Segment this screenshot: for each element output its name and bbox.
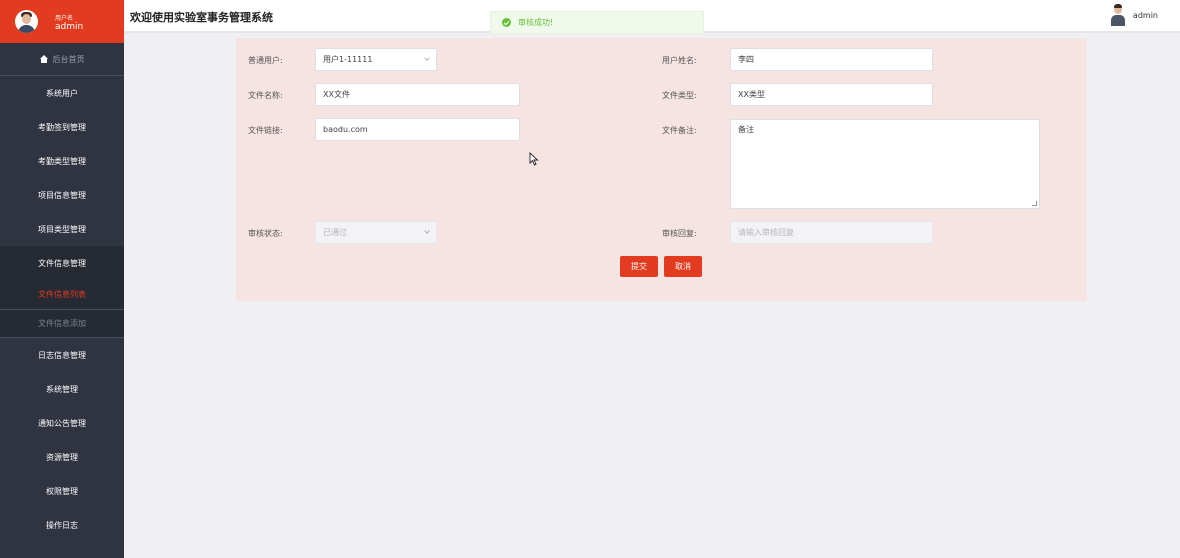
sidebar-item-label: 权限管理 (46, 486, 78, 496)
resize-handle-icon[interactable] (1032, 201, 1037, 206)
submenu-item-label: 文件信息列表 (38, 290, 86, 299)
cancel-button[interactable]: 取消 (664, 256, 702, 277)
sidebar-item-label: 考勤签到管理 (38, 122, 86, 132)
sidebar-item-system-manage[interactable]: 系统管理 (0, 372, 124, 406)
sidebar-item-label: 通知公告管理 (38, 418, 86, 428)
user-role-label: 用户名 (55, 15, 74, 22)
status-select: 已通过 (315, 221, 437, 244)
chevron-down-icon (424, 55, 430, 61)
remark-value: 备注 (738, 125, 754, 134)
sidebar-item-label: 文件信息管理 (38, 258, 86, 268)
filelink-value: baodu.com (323, 125, 368, 134)
status-label: 审核状态: (248, 229, 283, 238)
sidebar-item-label: 系统用户 (46, 88, 78, 98)
success-check-icon (502, 18, 511, 27)
sidebar-item-notice[interactable]: 通知公告管理 (0, 406, 124, 440)
sidebar-item-label: 资源管理 (46, 452, 78, 462)
realname-field[interactable]: 李四 (730, 48, 933, 71)
filelink-field[interactable]: baodu.com (315, 118, 520, 141)
sidebar-item-project-type[interactable]: 项目类型管理 (0, 212, 124, 246)
sidebar-item-system-users[interactable]: 系统用户 (0, 76, 124, 110)
reply-label: 审核回复: (662, 229, 697, 238)
filelink-label: 文件链接: (248, 126, 283, 135)
sidebar: 用户名 admin 后台首页 系统用户 考勤签到管理 考勤类型管理 项目信息管理… (0, 0, 124, 558)
sidebar-item-project-info[interactable]: 项目信息管理 (0, 178, 124, 212)
sidebar-item-permission[interactable]: 权限管理 (0, 474, 124, 508)
user-avatar (15, 10, 38, 33)
sidebar-item-file-info[interactable]: 文件信息管理 (0, 246, 124, 280)
filename-label: 文件名称: (248, 91, 283, 100)
sidebar-item-label: 系统管理 (46, 384, 78, 394)
header-user-menu[interactable]: admin (1110, 4, 1158, 26)
sidebar-item-attendance-type[interactable]: 考勤类型管理 (0, 144, 124, 178)
sidebar-submenu-file-info: 文件信息列表 文件信息添加 (0, 280, 124, 338)
filename-field[interactable]: XX文件 (315, 83, 520, 106)
sidebar-item-label: 考勤类型管理 (38, 156, 86, 166)
sidebar-item-operation-log[interactable]: 操作日志 (0, 508, 124, 542)
sidebar-item-resource[interactable]: 资源管理 (0, 440, 124, 474)
sidebar-item-label: 项目类型管理 (38, 224, 86, 234)
sidebar-user-box: 用户名 admin (0, 0, 124, 43)
file-edit-form: 普通用户: 用户1-11111 用户姓名: 李四 文件名称: XX文件 文件类型… (236, 38, 1087, 301)
reply-placeholder: 请输入审核回复 (738, 228, 794, 237)
page-title: 欢迎使用实验室事务管理系统 (130, 11, 273, 24)
toast-message: 审核成功! (518, 18, 554, 27)
sidebar-item-label: 项目信息管理 (38, 190, 86, 200)
remark-textarea[interactable]: 备注 (730, 119, 1040, 209)
sidebar-item-label: 日志信息管理 (38, 350, 86, 360)
user-select-label: 普通用户: (248, 56, 283, 65)
submenu-item-label: 文件信息添加 (38, 319, 86, 328)
success-toast: 审核成功! (490, 11, 704, 34)
sidebar-item-label: 后台首页 (52, 54, 85, 64)
submenu-item-file-add[interactable]: 文件信息添加 (0, 310, 124, 338)
status-select-value: 已通过 (323, 228, 347, 237)
user-name: admin (55, 22, 84, 32)
sidebar-item-log-info[interactable]: 日志信息管理 (0, 338, 124, 372)
home-icon (39, 55, 49, 63)
mouse-cursor-icon (529, 152, 539, 166)
sidebar-item-home[interactable]: 后台首页 (0, 43, 124, 76)
remark-label: 文件备注: (662, 126, 697, 135)
realname-value: 李四 (738, 55, 754, 64)
filetype-label: 文件类型: (662, 91, 697, 100)
submit-button[interactable]: 提交 (620, 256, 658, 277)
header-username: admin (1132, 10, 1158, 20)
user-select-value: 用户1-11111 (323, 55, 373, 64)
reply-field: 请输入审核回复 (730, 221, 933, 244)
user-select[interactable]: 用户1-11111 (315, 48, 437, 71)
sidebar-item-label: 操作日志 (46, 520, 78, 530)
submenu-item-file-list[interactable]: 文件信息列表 (0, 280, 124, 310)
header-avatar (1110, 4, 1125, 26)
filetype-value: XX类型 (738, 90, 765, 99)
chevron-down-icon (424, 228, 430, 234)
filename-value: XX文件 (323, 90, 350, 99)
realname-label: 用户姓名: (662, 56, 697, 65)
filetype-field[interactable]: XX类型 (730, 83, 933, 106)
sidebar-item-attendance-checkin[interactable]: 考勤签到管理 (0, 110, 124, 144)
